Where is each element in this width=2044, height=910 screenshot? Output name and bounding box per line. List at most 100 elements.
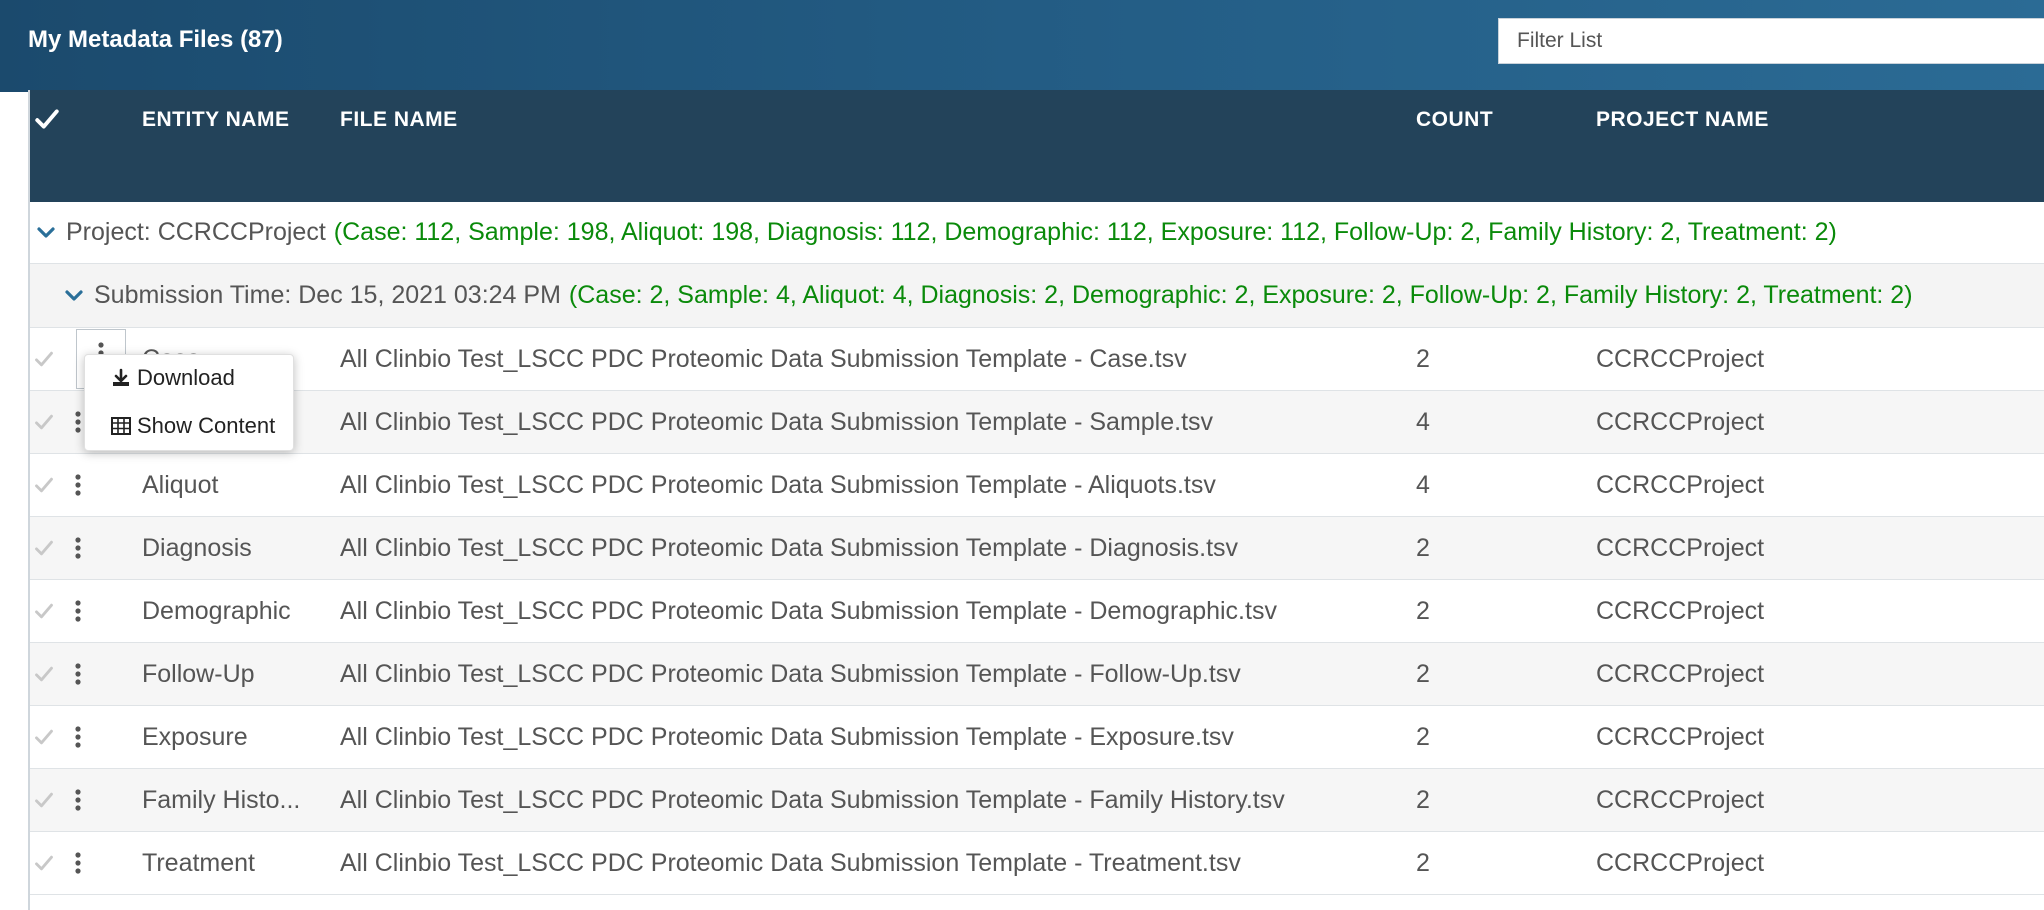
submission-group-row[interactable]: Submission Time: Dec 15, 2021 03:24 PM (… xyxy=(30,264,2044,328)
count-cell: 4 xyxy=(1416,471,1430,499)
check-icon xyxy=(35,603,53,619)
row-checkbox[interactable] xyxy=(34,580,64,642)
check-icon xyxy=(35,414,53,430)
row-checkbox[interactable] xyxy=(34,391,64,453)
chevron-down-icon[interactable] xyxy=(36,226,56,240)
row-menu-button[interactable] xyxy=(70,706,86,768)
download-label: Download xyxy=(137,365,235,390)
check-icon xyxy=(35,855,53,871)
project-name-cell: CCRCCProject xyxy=(1596,849,1765,877)
kebab-menu-icon xyxy=(75,726,81,748)
check-icon xyxy=(35,477,53,493)
filter-list-input[interactable] xyxy=(1498,18,2044,64)
row-menu-button[interactable] xyxy=(70,517,86,579)
column-header-project-name[interactable]: PROJECT NAME xyxy=(1596,108,1769,132)
kebab-menu-icon xyxy=(75,600,81,622)
table-row[interactable]: Sample All Clinbio Test_LSCC PDC Proteom… xyxy=(30,391,2044,454)
project-name-cell: CCRCCProject xyxy=(1596,408,1765,436)
project-name-cell: CCRCCProject xyxy=(1596,597,1765,625)
page-title: My Metadata Files (87) xyxy=(28,26,283,53)
entity-name-cell: Family Histo... xyxy=(142,786,301,814)
file-name-cell[interactable]: All Clinbio Test_LSCC PDC Proteomic Data… xyxy=(340,580,1277,642)
download-icon xyxy=(111,368,131,388)
table-row[interactable]: Diagnosis All Clinbio Test_LSCC PDC Prot… xyxy=(30,517,2044,580)
row-checkbox[interactable] xyxy=(34,643,64,705)
kebab-menu-icon xyxy=(75,852,81,874)
row-checkbox[interactable] xyxy=(34,328,64,390)
column-header-count[interactable]: COUNT xyxy=(1416,108,1493,132)
project-name-cell: CCRCCProject xyxy=(1596,786,1765,814)
project-group-summary: (Case: 112, Sample: 198, Aliquot: 198, D… xyxy=(333,218,1837,246)
table-row[interactable]: Treatment All Clinbio Test_LSCC PDC Prot… xyxy=(30,832,2044,895)
row-checkbox[interactable] xyxy=(34,832,64,894)
count-cell: 2 xyxy=(1416,534,1430,562)
entity-name-cell: Follow-Up xyxy=(142,660,255,688)
check-icon xyxy=(35,540,53,556)
column-header-file-name[interactable]: FILE NAME xyxy=(340,108,458,132)
check-icon xyxy=(35,792,53,808)
count-cell: 4 xyxy=(1416,408,1430,436)
row-menu-button[interactable] xyxy=(70,643,86,705)
kebab-menu-icon xyxy=(75,663,81,685)
entity-name-cell: Treatment xyxy=(142,849,256,877)
entity-name-cell: Exposure xyxy=(142,723,248,751)
file-name-cell[interactable]: All Clinbio Test_LSCC PDC Proteomic Data… xyxy=(340,769,1285,831)
check-icon xyxy=(35,351,53,367)
table-row[interactable]: Demographic All Clinbio Test_LSCC PDC Pr… xyxy=(30,580,2044,643)
file-name-cell[interactable]: All Clinbio Test_LSCC PDC Proteomic Data… xyxy=(340,328,1187,390)
project-name-cell: CCRCCProject xyxy=(1596,345,1765,373)
show-content-label: Show Content xyxy=(137,413,276,438)
count-cell: 2 xyxy=(1416,849,1430,877)
project-group-row[interactable]: Project: CCRCCProject (Case: 112, Sample… xyxy=(30,202,2044,264)
top-bar: My Metadata Files (87) xyxy=(0,0,2044,92)
row-context-menu: Download Show Content xyxy=(84,354,294,451)
project-name-cell: CCRCCProject xyxy=(1596,534,1765,562)
show-content-menu-item[interactable]: Show Content xyxy=(111,413,275,439)
file-name-cell[interactable]: All Clinbio Test_LSCC PDC Proteomic Data… xyxy=(340,832,1241,894)
check-icon xyxy=(35,109,59,129)
kebab-menu-icon xyxy=(75,474,81,496)
row-menu-button[interactable] xyxy=(70,832,86,894)
row-menu-button[interactable] xyxy=(70,454,86,516)
row-menu-button[interactable] xyxy=(70,769,86,831)
file-name-cell[interactable]: All Clinbio Test_LSCC PDC Proteomic Data… xyxy=(340,706,1234,768)
column-header-entity-name[interactable]: ENTITY NAME xyxy=(142,108,289,132)
row-checkbox[interactable] xyxy=(34,454,64,516)
count-cell: 2 xyxy=(1416,345,1430,373)
metadata-files-table: ENTITY NAME FILE NAME COUNT PROJECT NAME… xyxy=(28,90,2044,910)
chevron-down-icon[interactable] xyxy=(64,289,84,303)
entity-name-cell: Diagnosis xyxy=(142,534,252,562)
count-cell: 2 xyxy=(1416,597,1430,625)
file-name-cell[interactable]: All Clinbio Test_LSCC PDC Proteomic Data… xyxy=(340,643,1241,705)
select-all-checkbox[interactable] xyxy=(34,106,60,132)
table-row[interactable]: Exposure All Clinbio Test_LSCC PDC Prote… xyxy=(30,706,2044,769)
project-group-label: Project: CCRCCProject xyxy=(66,218,326,246)
project-name-cell: CCRCCProject xyxy=(1596,660,1765,688)
entity-name-cell: Aliquot xyxy=(142,471,219,499)
table-icon xyxy=(111,417,131,435)
entity-name-cell: Demographic xyxy=(142,597,291,625)
check-icon xyxy=(35,729,53,745)
row-checkbox[interactable] xyxy=(34,517,64,579)
table-row[interactable]: Aliquot All Clinbio Test_LSCC PDC Proteo… xyxy=(30,454,2044,517)
table-row[interactable]: Case All Clinbio Test_LSCC PDC Proteomic… xyxy=(30,328,2044,391)
row-checkbox[interactable] xyxy=(34,769,64,831)
table-row[interactable]: Follow-Up All Clinbio Test_LSCC PDC Prot… xyxy=(30,643,2044,706)
download-menu-item[interactable]: Download xyxy=(111,365,235,391)
submission-group-label: Submission Time: Dec 15, 2021 03:24 PM xyxy=(94,281,561,309)
row-menu-button[interactable] xyxy=(70,580,86,642)
table-row[interactable]: Family Histo... All Clinbio Test_LSCC PD… xyxy=(30,769,2044,832)
project-name-cell: CCRCCProject xyxy=(1596,471,1765,499)
file-name-cell[interactable]: All Clinbio Test_LSCC PDC Proteomic Data… xyxy=(340,517,1238,579)
kebab-menu-icon xyxy=(75,537,81,559)
kebab-menu-icon xyxy=(75,789,81,811)
file-name-cell[interactable]: All Clinbio Test_LSCC PDC Proteomic Data… xyxy=(340,454,1216,516)
count-cell: 2 xyxy=(1416,723,1430,751)
kebab-menu-icon xyxy=(75,411,81,433)
project-name-cell: CCRCCProject xyxy=(1596,723,1765,751)
count-cell: 2 xyxy=(1416,786,1430,814)
count-cell: 2 xyxy=(1416,660,1430,688)
row-checkbox[interactable] xyxy=(34,706,64,768)
submission-group-summary: (Case: 2, Sample: 4, Aliquot: 4, Diagnos… xyxy=(568,281,1913,309)
file-name-cell[interactable]: All Clinbio Test_LSCC PDC Proteomic Data… xyxy=(340,391,1213,453)
